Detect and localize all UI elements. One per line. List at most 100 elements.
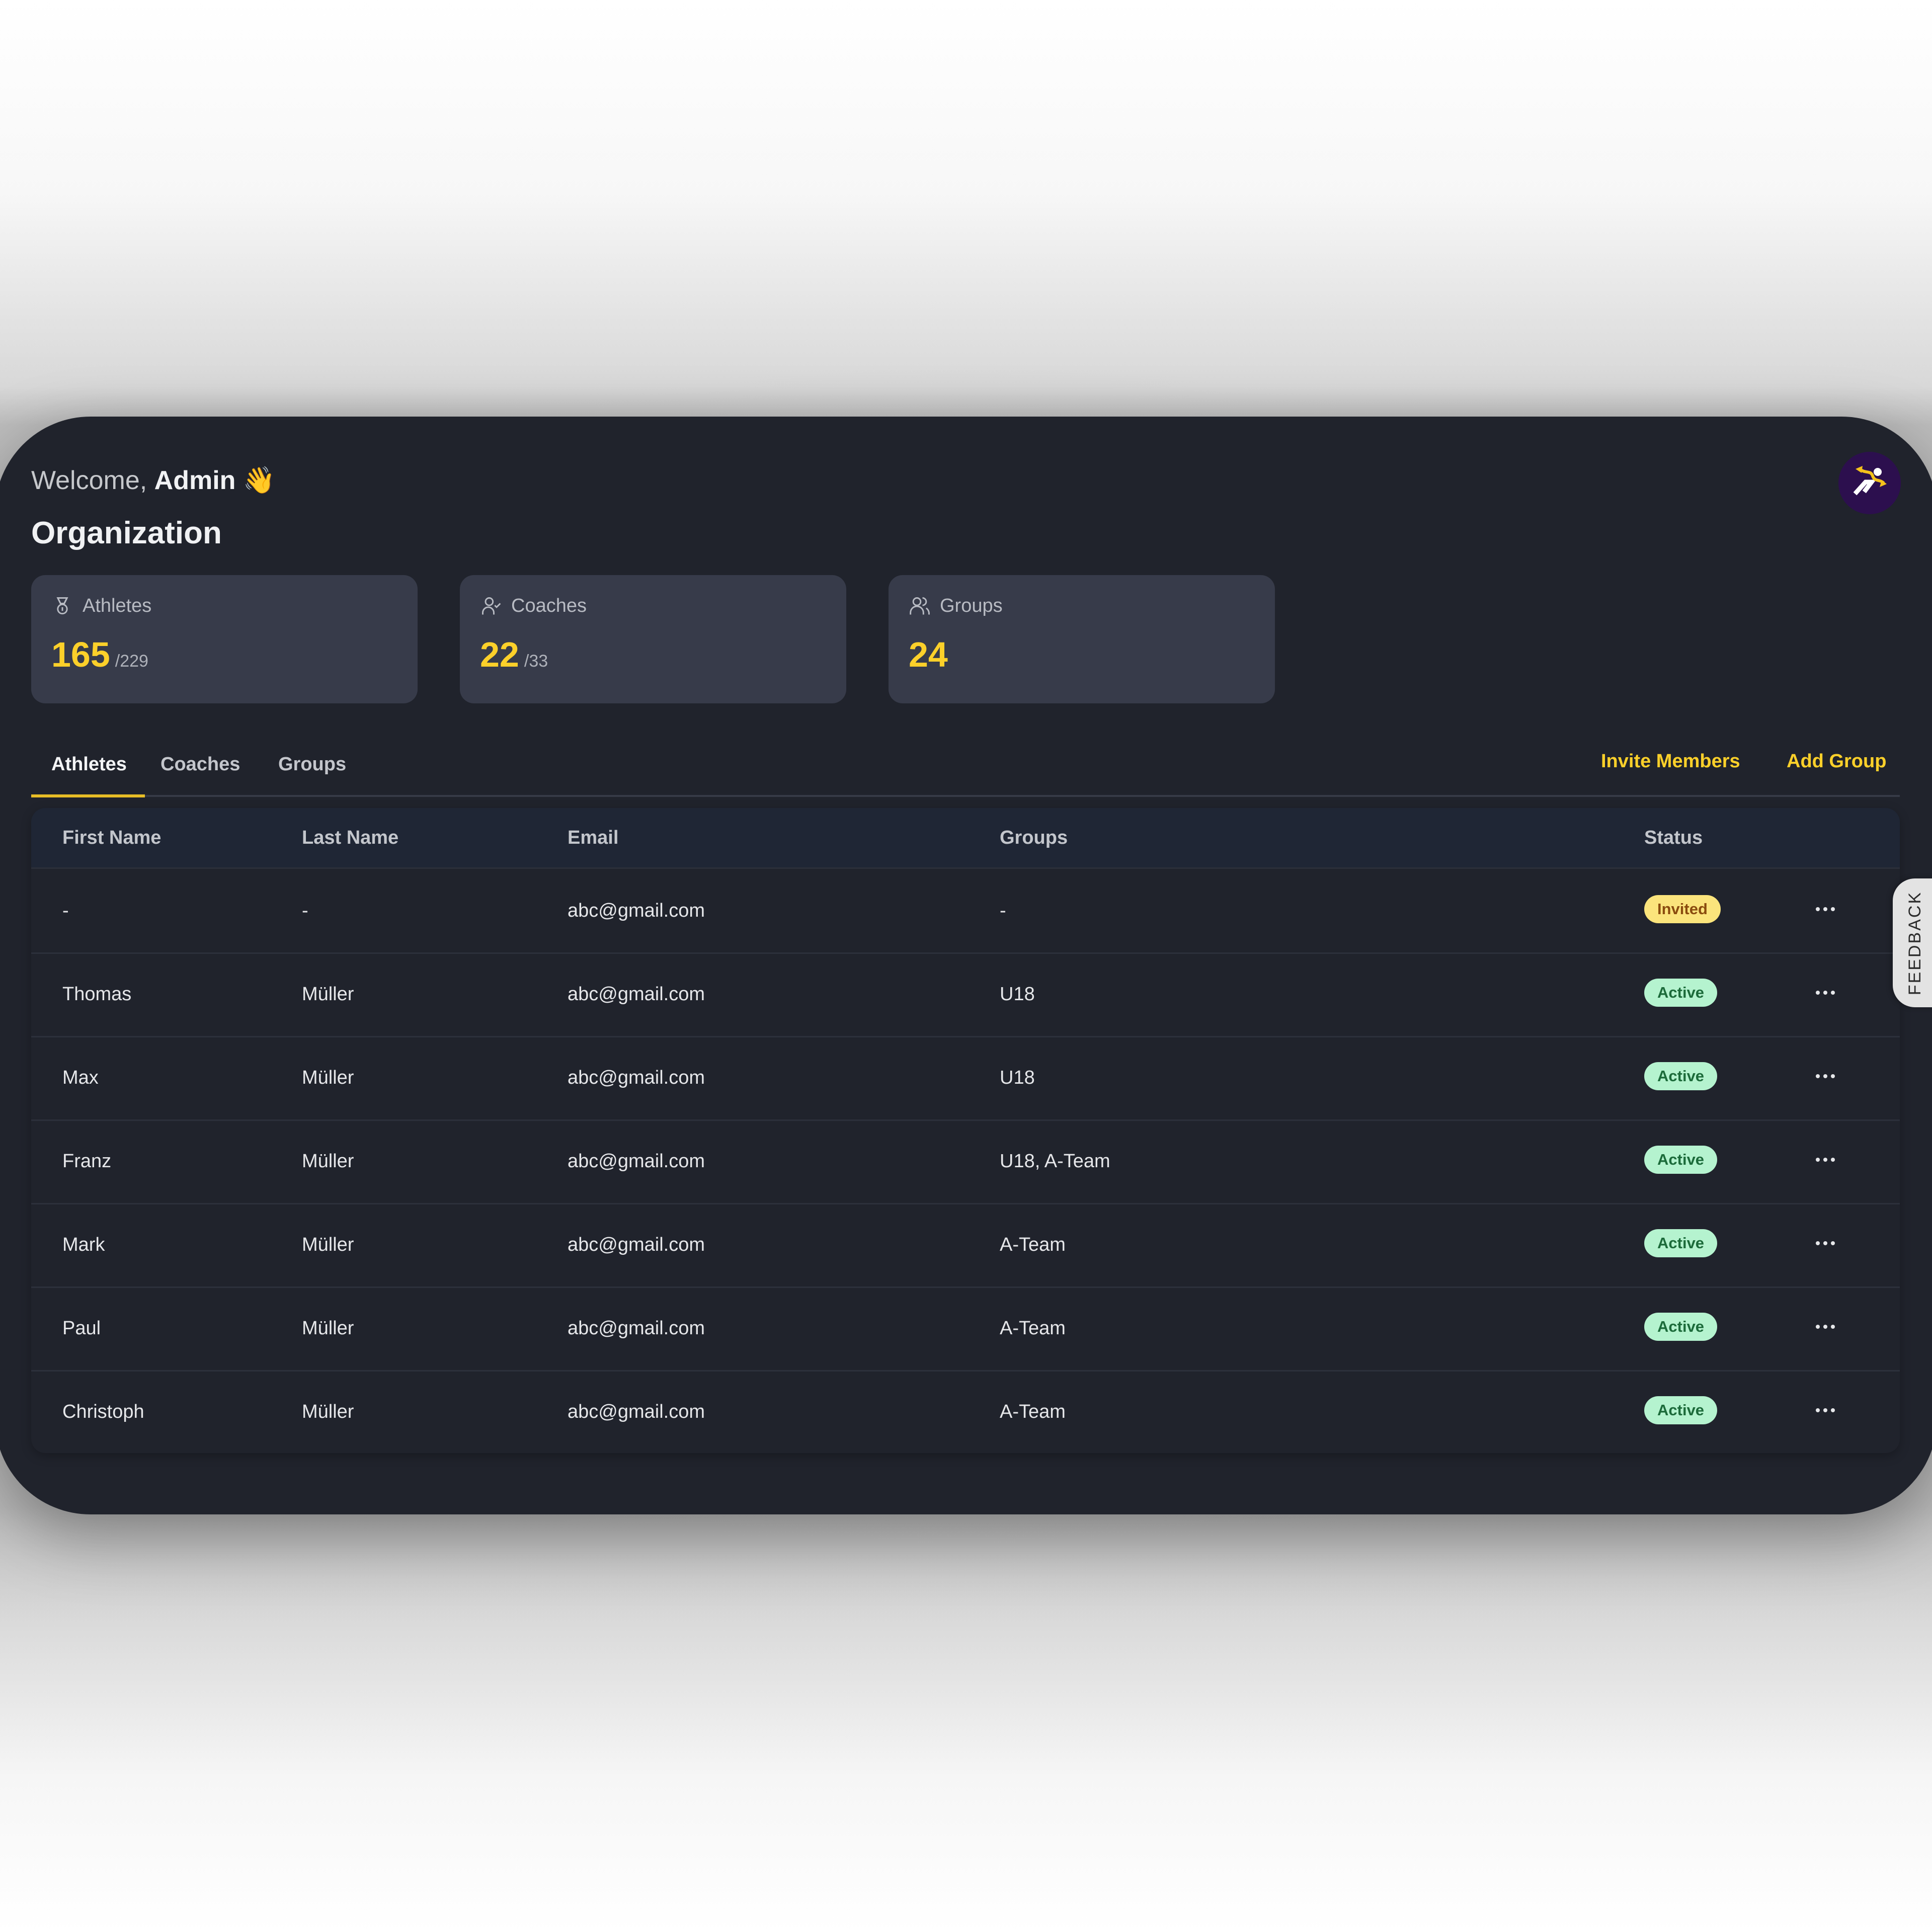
table-row[interactable]: Mark Müller abc@gmail.com A-Team Active (31, 1203, 1900, 1288)
page-title: Organization (31, 516, 222, 550)
row-more-options-icon[interactable] (1810, 1062, 1840, 1090)
cell-first-name: Paul (62, 1318, 101, 1339)
dot (1823, 1325, 1827, 1329)
invite-members-button[interactable]: Invite Members (1601, 751, 1740, 772)
dot (1816, 991, 1820, 995)
app-logo[interactable] (1838, 452, 1901, 514)
cell-last-name: Müller (302, 984, 354, 1005)
status-badge: Active (1644, 979, 1718, 1007)
status-badge: Active (1644, 1146, 1718, 1174)
table-row[interactable]: Franz Müller abc@gmail.com U18, A-Team Activ… (31, 1119, 1900, 1204)
column-header-status[interactable]: Status (1644, 827, 1703, 849)
row-more-options-icon[interactable] (1810, 1229, 1840, 1257)
cell-groups: U18 (1000, 1067, 1035, 1088)
column-header-first-name[interactable]: First Name (62, 827, 161, 849)
table-row[interactable]: - - abc@gmail.com - Invited (31, 869, 1900, 954)
tab-athletes[interactable]: Athletes (51, 754, 127, 775)
stat-total: /229 (115, 652, 148, 671)
dot (1816, 1408, 1820, 1412)
cell-email: abc@gmail.com (568, 1401, 705, 1422)
dot (1823, 1074, 1827, 1078)
cell-first-name: Franz (62, 1151, 112, 1172)
medal-icon (56, 597, 68, 615)
cell-first-name: - (62, 900, 69, 921)
cell-groups: U18, A-Team (1000, 1151, 1110, 1172)
stat-count: 22 (480, 635, 519, 674)
cell-last-name: Müller (302, 1234, 354, 1255)
cell-groups: A-Team (1000, 1401, 1066, 1422)
tab-divider (31, 795, 1900, 797)
dot (1831, 1408, 1835, 1412)
tab-groups[interactable]: Groups (278, 754, 346, 775)
stat-label: Groups (940, 595, 1003, 616)
cell-last-name: Müller (302, 1067, 354, 1088)
stat-total: /33 (524, 652, 548, 671)
dot (1831, 907, 1835, 911)
cell-first-name: Mark (62, 1234, 105, 1255)
row-more-options-icon[interactable] (1810, 895, 1840, 923)
cell-groups: A-Team (1000, 1318, 1066, 1339)
status-badge: Active (1644, 1396, 1718, 1424)
stat-value: 165/229 (51, 634, 148, 675)
dot (1831, 1241, 1835, 1245)
tab-coaches[interactable]: Coaches (160, 754, 240, 775)
table-row[interactable]: Max Müller abc@gmail.com U18 Active (31, 1036, 1900, 1121)
stat-count: 165 (51, 635, 110, 674)
dot (1816, 1158, 1820, 1162)
stat-value: 22/33 (480, 634, 548, 675)
athletes-table: First Name Last Name Email Groups Status… (31, 808, 1900, 1453)
table-row[interactable]: Thomas Müller abc@gmail.com U18 Active (31, 952, 1900, 1037)
cell-groups: U18 (1000, 984, 1035, 1005)
user-name: Admin (154, 466, 236, 495)
user-check-icon (482, 597, 501, 615)
cell-email: abc@gmail.com (568, 1067, 705, 1088)
dot (1816, 1325, 1820, 1329)
dot (1831, 1158, 1835, 1162)
table-header: First Name Last Name Email Groups Status (31, 808, 1900, 869)
status-badge: Invited (1644, 895, 1721, 923)
dot (1823, 1241, 1827, 1245)
active-tab-indicator (31, 794, 145, 797)
column-header-email[interactable]: Email (568, 827, 618, 849)
cell-last-name: - (302, 900, 308, 921)
row-more-options-icon[interactable] (1810, 1313, 1840, 1341)
dot (1831, 1074, 1835, 1078)
dot (1831, 991, 1835, 995)
cell-first-name: Christoph (62, 1401, 144, 1422)
table-row[interactable]: Christoph Müller abc@gmail.com A-Team Active (31, 1370, 1900, 1453)
stat-card-coaches: Coaches 22/33 (460, 575, 846, 703)
dot (1823, 1408, 1827, 1412)
table-row[interactable]: Paul Müller abc@gmail.com A-Team Active (31, 1286, 1900, 1372)
cell-last-name: Müller (302, 1401, 354, 1422)
cell-groups: A-Team (1000, 1234, 1066, 1255)
column-header-groups[interactable]: Groups (1000, 827, 1068, 849)
stat-card-athletes: Athletes 165/229 (31, 575, 418, 703)
stat-label: Coaches (511, 595, 587, 616)
app-window: Welcome, Admin 👋 Organization Athletes 1… (0, 417, 1932, 1514)
dot (1816, 907, 1820, 911)
cell-email: abc@gmail.com (568, 1234, 705, 1255)
feedback-tab[interactable]: FEEDBACK (1893, 878, 1932, 1007)
cell-email: abc@gmail.com (568, 1318, 705, 1339)
dot (1831, 1325, 1835, 1329)
users-icon (910, 597, 930, 615)
dot (1823, 1158, 1827, 1162)
welcome-message: Welcome, Admin 👋 (31, 465, 276, 496)
row-more-options-icon[interactable] (1810, 979, 1840, 1007)
cell-last-name: Müller (302, 1318, 354, 1339)
welcome-prefix: Welcome, (31, 466, 154, 495)
stat-card-groups: Groups 24 (889, 575, 1275, 703)
dot (1823, 907, 1827, 911)
row-more-options-icon[interactable] (1810, 1146, 1840, 1174)
cell-first-name: Thomas (62, 984, 132, 1005)
cell-first-name: Max (62, 1067, 99, 1088)
cell-email: abc@gmail.com (568, 1151, 705, 1172)
row-more-options-icon[interactable] (1810, 1396, 1840, 1424)
add-group-button[interactable]: Add Group (1787, 751, 1886, 772)
status-badge: Active (1644, 1313, 1718, 1341)
column-header-last-name[interactable]: Last Name (302, 827, 398, 849)
cell-last-name: Müller (302, 1151, 354, 1172)
stat-label: Athletes (83, 595, 152, 616)
cell-groups: - (1000, 900, 1006, 921)
stat-value: 24 (909, 634, 953, 675)
